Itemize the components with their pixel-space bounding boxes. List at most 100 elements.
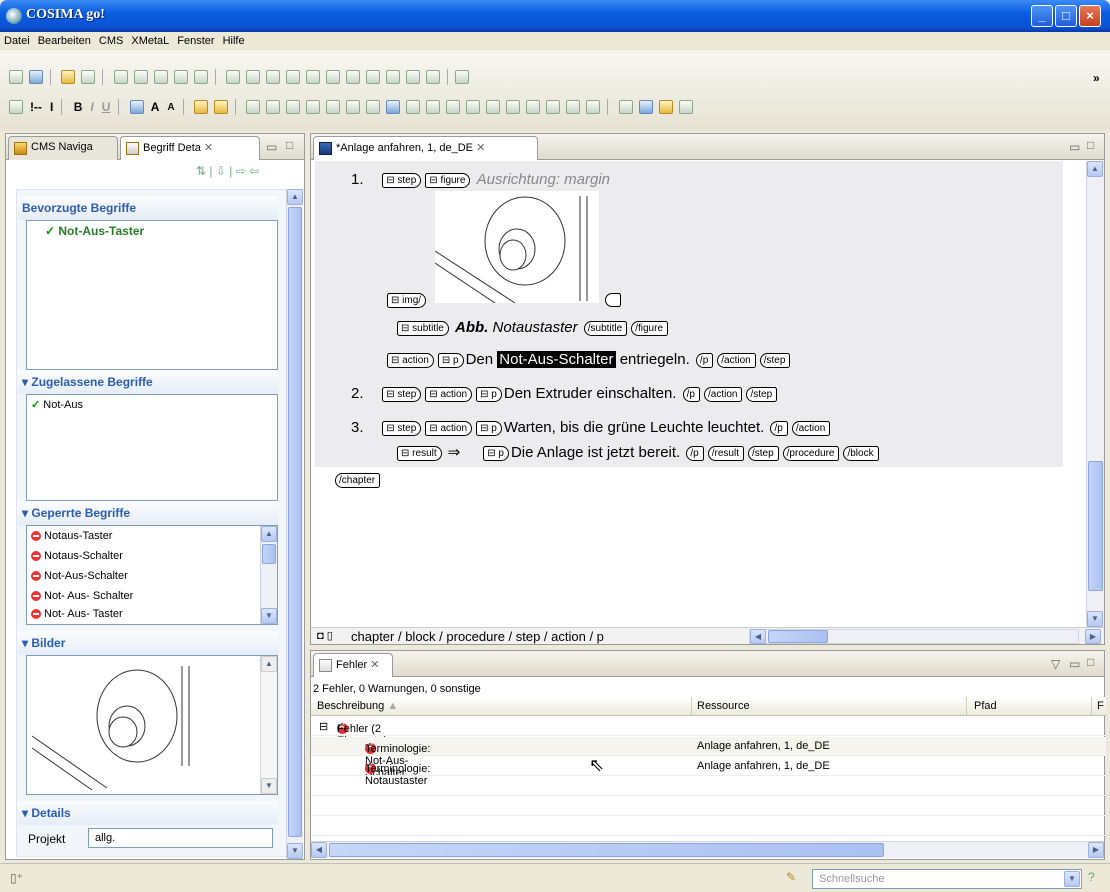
action-start-tag[interactable]: ⊟ action — [425, 420, 473, 436]
column-resource[interactable]: Ressource — [697, 700, 750, 712]
error-row[interactable]: Terminologie: Notaustaster Anlage anfahr… — [311, 757, 1106, 787]
scroll-down-icon[interactable]: ▼ — [287, 843, 303, 859]
p-start-tag[interactable]: ⊟ p — [476, 420, 502, 436]
blocked-item[interactable]: Not- Aus- Schalter — [27, 586, 277, 606]
cell-icon[interactable] — [486, 100, 501, 114]
preferred-item[interactable]: ✓ Not-Aus-Taster — [27, 221, 277, 241]
cell4-icon[interactable] — [546, 100, 561, 114]
tools-icon[interactable] — [455, 70, 470, 84]
blocked-scrollbar[interactable]: ▲ ▼ — [260, 526, 277, 624]
allowed-item[interactable]: ✓ Not-Aus — [27, 395, 277, 415]
view-menu-icon[interactable]: ▽ — [1051, 657, 1060, 671]
p-end-tag[interactable]: /p — [686, 445, 704, 461]
maximize-view-icon[interactable]: □ — [286, 138, 293, 152]
tab-errors[interactable]: Fehler ✕ — [313, 653, 393, 677]
blocked-item[interactable]: Notaus-Schalter — [27, 546, 277, 566]
step-end-tag[interactable]: /step — [746, 386, 778, 402]
collapse-icon[interactable]: ⊟ — [319, 720, 328, 733]
validate-icon[interactable] — [618, 100, 633, 114]
step-start-tag[interactable]: ⊟ step — [382, 172, 422, 188]
replace-icon[interactable] — [286, 70, 301, 84]
column-path[interactable]: Pfad — [974, 700, 997, 712]
quick-search-input[interactable]: Schnellsuche — [812, 869, 1082, 889]
scroll-up-icon[interactable]: ▲ — [1087, 161, 1103, 177]
document-content[interactable]: 1. ⊟ step ⊟ figure Ausrichtung: margin ⊟ … — [315, 161, 1085, 627]
emergency-stop-thumbnail[interactable] — [27, 656, 257, 792]
p-start-tag[interactable]: ⊟ p — [483, 445, 509, 461]
minimize-view-icon[interactable]: ▭ — [1069, 657, 1080, 671]
doc-icon[interactable] — [346, 70, 361, 84]
cursor-icon[interactable]: I — [50, 100, 53, 114]
cell5-icon[interactable] — [566, 100, 581, 114]
format-icon[interactable] — [226, 70, 241, 84]
col-icon[interactable] — [346, 100, 361, 114]
view-mode-icon[interactable]: ◘ ▯ — [317, 629, 333, 642]
cell6-icon[interactable] — [586, 100, 601, 114]
procedure-end-tag[interactable]: /procedure — [782, 445, 840, 461]
undo-icon[interactable] — [113, 70, 128, 84]
search-icon[interactable] — [266, 70, 281, 84]
scroll-thumb[interactable] — [288, 207, 302, 837]
scroll-thumb[interactable] — [768, 630, 828, 643]
step-start-tag[interactable]: ⊟ step — [382, 420, 422, 436]
pen-icon[interactable] — [81, 70, 96, 84]
scroll-left-icon[interactable]: ◀ — [750, 629, 766, 644]
approve-icon[interactable] — [658, 100, 673, 114]
close-tab-icon[interactable]: ✕ — [370, 659, 379, 671]
tab-document[interactable]: *Anlage anfahren, 1, de_DE ✕ — [313, 136, 538, 160]
nav-icon[interactable]: ⇨ — [236, 164, 246, 178]
table-icon[interactable] — [426, 70, 441, 84]
highlighted-term[interactable]: Not-Aus-Schalter — [497, 351, 616, 368]
column-f[interactable]: F — [1097, 700, 1104, 712]
error-row[interactable]: Terminologie: Not-Aus-Schalter Anlage an… — [311, 737, 1106, 779]
action-end-tag[interactable]: /action — [791, 420, 831, 436]
font-smaller-button[interactable]: A — [167, 102, 174, 113]
insert-element-icon[interactable] — [61, 70, 76, 84]
figure-start-tag[interactable]: ⊟ figure — [425, 172, 471, 188]
img-tag[interactable]: ⊟ img/ — [387, 292, 427, 308]
project-field[interactable]: allg. — [88, 828, 273, 848]
scroll-thumb[interactable] — [329, 843, 884, 857]
details-section-header[interactable]: ▾ Details — [18, 801, 278, 825]
error-group-row[interactable]: ⊟ Fehler (2 Elemente) — [311, 717, 1106, 747]
highlight-icon[interactable] — [193, 100, 208, 114]
preview-icon[interactable] — [366, 70, 381, 84]
help-icon[interactable]: ? — [1088, 870, 1095, 884]
menu-datei[interactable]: Datei — [0, 32, 34, 50]
menu-cms[interactable]: CMS — [95, 32, 127, 50]
preferred-section-header[interactable]: Bevorzugte Begriffe — [18, 196, 278, 220]
redo-icon[interactable] — [133, 70, 148, 84]
scroll-right-icon[interactable]: ▶ — [1085, 629, 1101, 644]
maximize-view-icon[interactable]: □ — [1087, 655, 1094, 669]
tag-toggle[interactable]: !-- — [30, 100, 42, 114]
action-start-tag[interactable]: ⊟ action — [387, 352, 434, 368]
p-start-tag[interactable]: ⊟ p — [476, 386, 502, 402]
block-end-tag[interactable]: /block — [843, 445, 879, 461]
p-end-tag[interactable]: /p — [770, 420, 788, 436]
maximize-button[interactable]: □ — [1055, 5, 1077, 27]
merge-icon[interactable] — [446, 100, 461, 114]
list2-icon[interactable] — [306, 100, 321, 114]
figure-end-tag[interactable]: /figure — [631, 320, 669, 336]
split-icon[interactable] — [466, 100, 481, 114]
close-tab-icon[interactable]: ✕ — [476, 142, 485, 154]
left-panel-scrollbar[interactable]: ▲ ▼ — [286, 189, 303, 859]
chevron-down-icon[interactable]: ▼ — [1064, 871, 1080, 887]
blocked-item[interactable]: Not- Aus- Taster — [27, 604, 123, 624]
scroll-down-icon[interactable]: ▼ — [261, 608, 277, 624]
step-end-tag[interactable]: /step — [747, 445, 779, 461]
table-insert-icon[interactable] — [386, 100, 401, 114]
copy-icon[interactable] — [173, 70, 188, 84]
fast-view-icon[interactable]: ▯⁺ — [10, 871, 23, 885]
p-end-tag[interactable]: /p — [682, 386, 700, 402]
save-icon[interactable] — [29, 70, 43, 84]
scroll-down-icon[interactable]: ▼ — [1087, 611, 1103, 627]
collapse-icon[interactable]: ⇦ — [249, 164, 259, 178]
result-start-tag[interactable]: ⊟ result — [397, 445, 442, 461]
cell3-icon[interactable] — [526, 100, 541, 114]
minimize-view-icon[interactable]: ▭ — [1069, 140, 1080, 154]
underline-button[interactable]: U — [102, 100, 111, 114]
list3-icon[interactable] — [326, 100, 341, 114]
subtitle-start-tag[interactable]: ⊟ subtitle — [397, 320, 449, 336]
column-description[interactable]: Beschreibung ▲ — [317, 700, 398, 712]
